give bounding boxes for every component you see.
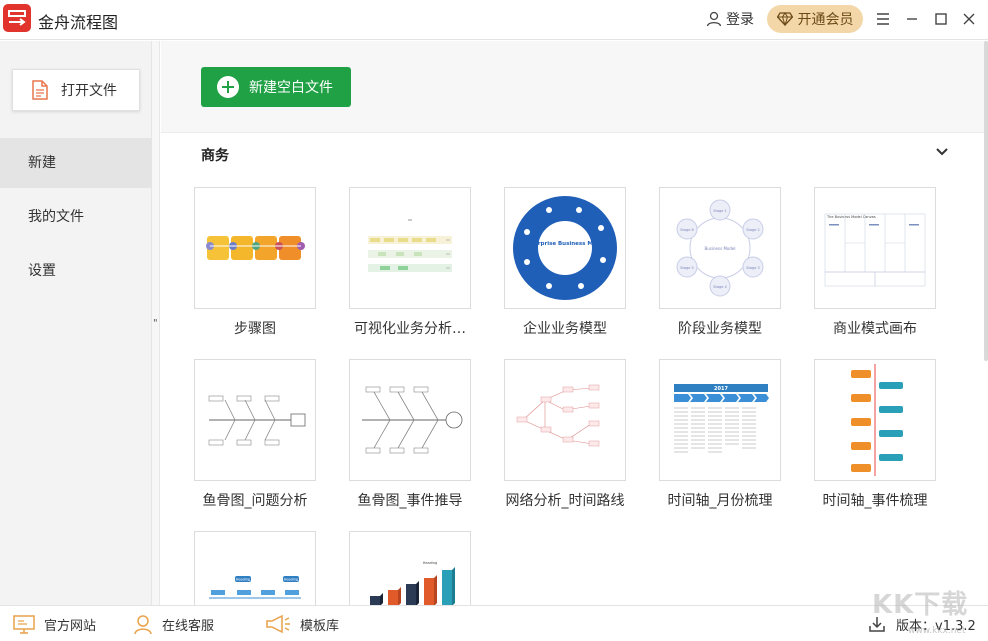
steps-thumbnail [206,236,305,260]
template-card-3d-bars[interactable]: Heading [349,531,471,605]
footer-bar: 官方网站 在线客服 模板库 版本：v1.3.2 [0,605,988,641]
close-icon[interactable] [958,8,980,30]
main-panel: 新建空白文件 商务 步骤图 可视化业务分析… Enterprise Busine… [161,41,988,605]
file-icon [32,80,48,100]
menu-icon[interactable] [872,8,894,30]
template-card-fishbone-problem[interactable] [194,359,316,481]
sidebar-item-new[interactable]: 新建 [0,138,152,188]
vip-button[interactable]: 开通会员 [767,5,863,33]
stage-model-thumbnail: Business Model Stage 1 Stage 2 Stage 3 S… [676,199,764,297]
main-header: 新建空白文件 [161,41,988,133]
enterprise-center-text: Enterprise Business Model [524,241,606,247]
timeline-month-thumbnail: 2017 [674,384,769,453]
template-library-label: 模板库 [300,618,340,634]
template-card-timeline-month[interactable]: 2017 [659,359,781,481]
fishbone-event-thumbnail [362,386,463,454]
stage-label: Stage 4 [713,285,727,289]
user-icon [706,11,722,27]
template-label: 可视化业务分析… [354,321,466,337]
open-file-button[interactable]: 打开文件 [12,69,140,111]
minimize-icon[interactable] [901,8,923,30]
template-card-steps[interactable] [194,187,316,309]
template-card-flow-headings[interactable]: Heading Heading [194,531,316,605]
watermark-url: www.kkx.net [908,626,966,636]
splitter-grip-icon: " [153,318,158,329]
watermark-logo: KK下载 [872,590,969,620]
timeline-year: 2017 [714,386,728,392]
template-card-timeline-event[interactable] [814,359,936,481]
template-library-link[interactable]: 模板库 [264,612,339,636]
sidebar-item-label: 我的文件 [28,209,84,225]
login-button[interactable]: 登录 [706,8,754,30]
stage-label: Stage 2 [746,228,759,232]
plus-icon [217,76,239,98]
heading-text: Heading [423,561,438,565]
template-card-stage-model[interactable]: Business Model Stage 1 Stage 2 Stage 3 S… [659,187,781,309]
template-label: 时间轴_事件梳理 [822,493,928,509]
visual-analysis-thumbnail [368,219,452,272]
stage-center-text: Business Model [705,246,736,251]
new-blank-file-label: 新建空白文件 [249,80,333,96]
login-label: 登录 [726,12,754,28]
monitor-icon [13,615,35,634]
website-link[interactable]: 官方网站 [12,612,96,636]
fishbone-problem-thumbnail [208,395,306,446]
support-agent-icon [134,615,152,635]
template-label: 商业模式画布 [833,321,917,337]
vip-label: 开通会员 [797,12,854,28]
stage-label: Stage 3 [746,266,759,270]
template-card-network-route[interactable] [504,359,626,481]
template-card-visual-analysis[interactable] [349,187,471,309]
template-label: 步骤图 [234,321,276,337]
megaphone-icon [266,614,290,634]
template-label: 阶段业务模型 [678,321,762,337]
3d-bars-thumbnail: Heading [370,561,455,605]
template-label: 网络分析_时间路线 [505,493,625,509]
stage-label: Stage 6 [680,228,693,232]
business-canvas-thumbnail: The Business Model Canvas [824,213,926,287]
vertical-scrollbar[interactable] [984,41,988,361]
heading-text: Heading [284,578,299,582]
title-bar: 金舟流程图 登录 开通会员 [0,0,988,40]
online-service-link[interactable]: 在线客服 [132,612,214,636]
stage-label: Stage 5 [680,266,693,270]
template-label: 企业业务模型 [523,321,607,337]
new-blank-file-button[interactable]: 新建空白文件 [201,67,351,107]
sidebar-item-my-files[interactable]: 我的文件 [0,192,152,242]
service-label: 在线客服 [162,618,215,634]
flow-headings-thumbnail: Heading Heading [209,576,301,599]
app-logo-icon [3,4,31,32]
section-title: 商务 [201,148,229,164]
maximize-icon[interactable] [930,8,952,30]
sidebar: 打开文件 新建 我的文件 设置 [0,41,152,605]
network-route-thumbnail [516,384,600,447]
template-label: 鱼骨图_问题分析 [202,493,308,509]
app-title: 金舟流程图 [38,13,119,32]
chevron-down-icon[interactable] [935,145,949,163]
canvas-title: The Business Model Canvas [826,215,876,219]
template-card-business-canvas[interactable]: The Business Model Canvas [814,187,936,309]
heading-text: Heading [236,578,251,582]
open-file-label: 打开文件 [61,83,117,99]
timeline-event-thumbnail [851,364,903,476]
template-label: 鱼骨图_事件推导 [357,493,463,509]
template-label: 时间轴_月份梳理 [667,493,773,509]
sidebar-item-settings[interactable]: 设置 [0,246,152,296]
template-card-enterprise-model[interactable]: Enterprise Business Model [504,187,626,309]
template-card-fishbone-event[interactable] [349,359,471,481]
website-label: 官方网站 [44,618,97,634]
sidebar-item-label: 设置 [28,263,56,279]
enterprise-model-thumbnail: Enterprise Business Model [513,196,617,300]
stage-label: Stage 1 [713,209,726,213]
diamond-icon [776,12,793,26]
sidebar-item-label: 新建 [28,155,56,171]
